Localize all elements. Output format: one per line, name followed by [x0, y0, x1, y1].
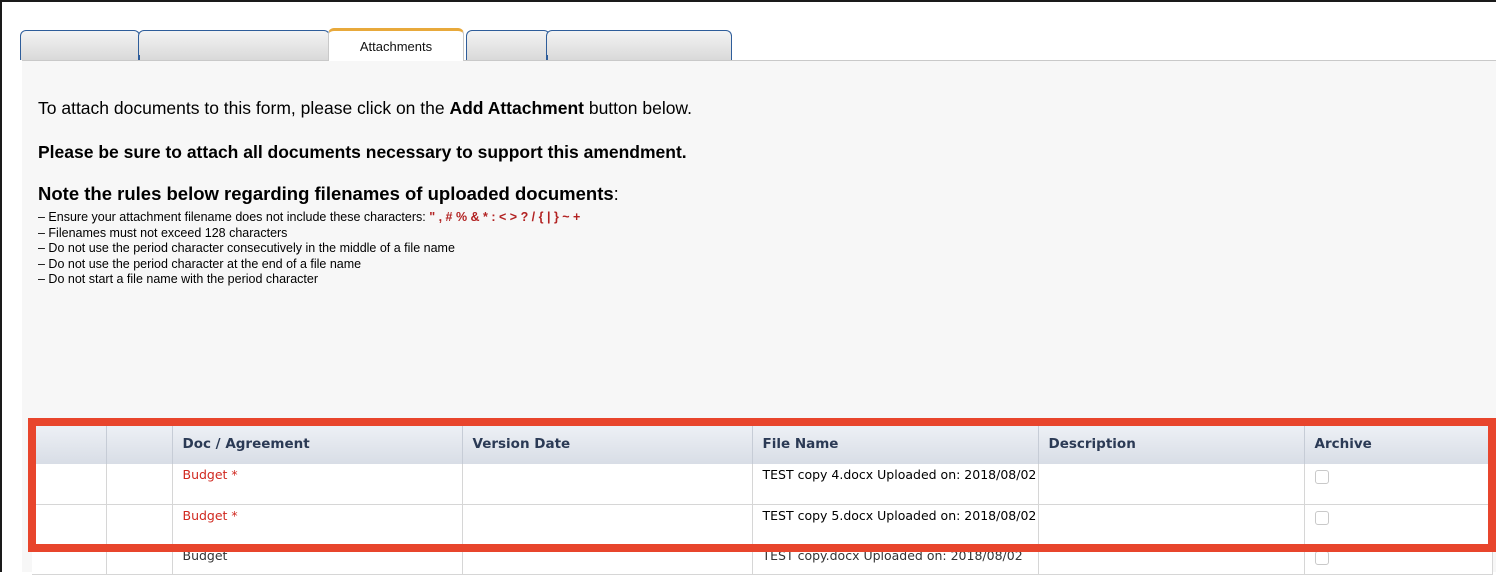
table-row: Budget * TEST copy 4.docx Uploaded on: 2… — [32, 464, 1493, 505]
attachments-table-wrapper: Doc / Agreement Version Date File Name D… — [32, 424, 1493, 575]
intro-suffix: button below. — [583, 98, 692, 118]
table-header-row: Doc / Agreement Version Date File Name D… — [32, 424, 1493, 464]
header-file-name[interactable]: File Name — [752, 424, 1039, 464]
rule-item: – Do not start a file name with the peri… — [38, 272, 319, 286]
header-select — [32, 424, 107, 464]
header-description[interactable]: Description — [1038, 424, 1305, 464]
tab-5[interactable] — [546, 30, 732, 60]
row-action-cell — [106, 544, 173, 575]
header-archive[interactable]: Archive — [1304, 424, 1493, 464]
header-actions — [106, 424, 173, 464]
note-title: Note the rules below regarding filenames… — [38, 183, 619, 205]
version-cell — [462, 504, 753, 545]
intro-prefix: To attach documents to this form, please… — [38, 98, 450, 118]
attachments-table: Doc / Agreement Version Date File Name D… — [32, 424, 1493, 575]
row-select-cell — [32, 504, 107, 545]
table-row: Budget * TEST copy 5.docx Uploaded on: 2… — [32, 504, 1493, 545]
rule-item: – Ensure your attachment filename does n… — [38, 210, 580, 226]
intro-button-ref: Add Attachment — [449, 98, 584, 118]
header-doc-agreement[interactable]: Doc / Agreement — [172, 424, 463, 464]
rule-1-text: – Ensure your attachment filename does n… — [38, 210, 430, 224]
row-action-cell — [106, 504, 173, 545]
description-cell — [1038, 504, 1305, 545]
archive-cell — [1304, 464, 1493, 505]
archive-cell — [1304, 544, 1493, 575]
header-version-date[interactable]: Version Date — [462, 424, 753, 464]
rule-item: – Filenames must not exceed 128 characte… — [38, 225, 288, 240]
archive-cell — [1304, 504, 1493, 545]
file-cell[interactable]: TEST copy 4.docx Uploaded on: 2018/08/02 — [752, 464, 1039, 505]
description-cell — [1038, 544, 1305, 575]
version-cell — [462, 464, 753, 505]
note-title-text: Note the rules below regarding filenames… — [38, 183, 614, 204]
note-title-colon: : — [613, 183, 619, 204]
tab-notch — [139, 55, 140, 60]
intro-text: To attach documents to this form, please… — [38, 98, 692, 119]
archive-checkbox[interactable] — [1314, 550, 1329, 565]
tab-4[interactable] — [466, 30, 550, 60]
row-action-cell — [106, 464, 173, 505]
rule-item: – Do not use the period character consec… — [38, 241, 455, 255]
tab-bar: Attachments — [20, 28, 740, 61]
archive-checkbox[interactable] — [1314, 510, 1329, 525]
tab-1[interactable] — [20, 30, 140, 60]
doc-cell[interactable]: Budget * — [172, 504, 463, 545]
table-row: Budget TEST copy.docx Uploaded on: 2018/… — [32, 544, 1493, 575]
tab-notch — [547, 55, 548, 60]
notice-text: Please be sure to attach all documents n… — [38, 142, 687, 162]
archive-checkbox[interactable] — [1314, 470, 1329, 484]
filename-rules: – Ensure your attachment filename does n… — [38, 210, 580, 288]
version-cell — [462, 544, 753, 575]
doc-cell[interactable]: Budget — [172, 544, 463, 575]
tab-2[interactable] — [138, 30, 330, 60]
file-cell[interactable]: TEST copy.docx Uploaded on: 2018/08/02 — [752, 544, 1039, 575]
tab-attachments-label: Attachments — [359, 38, 433, 54]
forbidden-characters: " , # % & * : < > ? / { | } ~ + — [429, 210, 581, 224]
doc-cell[interactable]: Budget * — [172, 464, 463, 505]
description-cell — [1038, 464, 1305, 505]
row-select-cell — [32, 464, 107, 505]
row-select-cell — [32, 544, 107, 575]
tab-attachments[interactable]: Attachments — [328, 28, 464, 61]
rule-item: – Do not use the period character at the… — [38, 256, 362, 271]
file-cell[interactable]: TEST copy 5.docx Uploaded on: 2018/08/02 — [752, 504, 1039, 545]
